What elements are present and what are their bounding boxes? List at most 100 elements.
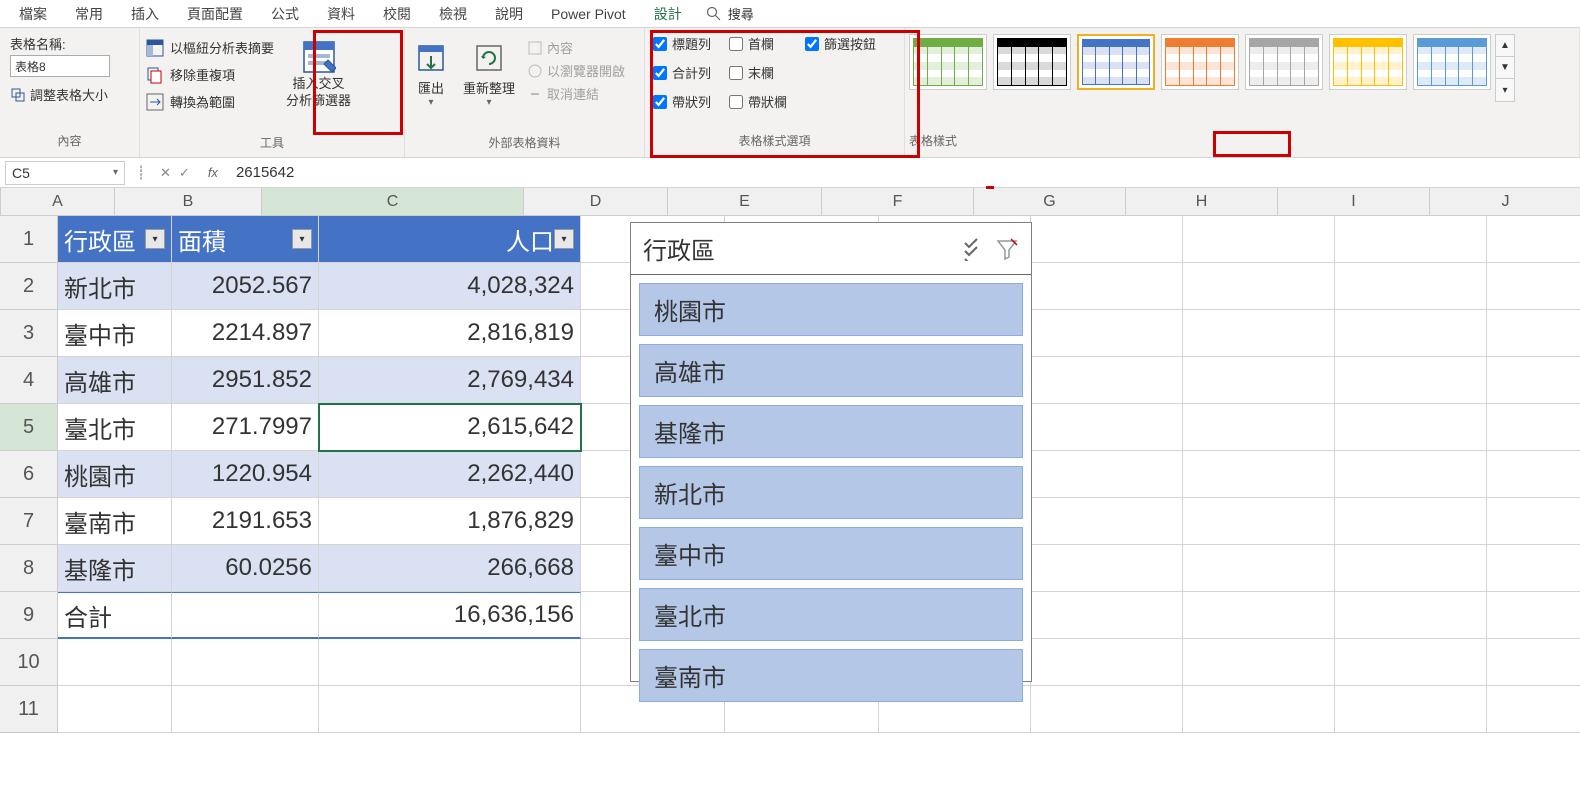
cell[interactable] [1183, 357, 1335, 404]
cell[interactable] [1487, 639, 1580, 686]
gallery-up-button[interactable]: ▲ [1496, 35, 1514, 57]
cell[interactable] [1031, 545, 1183, 592]
cell[interactable] [1183, 404, 1335, 451]
cell[interactable] [1031, 404, 1183, 451]
row-header-1[interactable]: 1 [0, 216, 58, 263]
slicer-item[interactable]: 桃園市 [639, 283, 1023, 336]
cell-population[interactable]: 2,816,819 [319, 310, 581, 357]
slicer-item[interactable]: 臺南市 [639, 649, 1023, 702]
menu-review[interactable]: 校閱 [369, 0, 425, 28]
cell[interactable] [1487, 357, 1580, 404]
cell[interactable] [58, 639, 172, 686]
cell[interactable] [1487, 216, 1580, 263]
row-header-4[interactable]: 4 [0, 357, 58, 404]
table-header-region[interactable]: 行政區▾ [58, 216, 172, 263]
cell-area[interactable]: 60.0256 [172, 545, 319, 592]
cell[interactable] [1335, 498, 1487, 545]
menu-design[interactable]: 設計 [640, 0, 696, 28]
slicer-item[interactable]: 臺北市 [639, 588, 1023, 641]
cell[interactable] [1487, 404, 1580, 451]
row-header-11[interactable]: 11 [0, 686, 58, 733]
cell[interactable] [1487, 263, 1580, 310]
menu-home[interactable]: 常用 [61, 0, 117, 28]
table-name-input[interactable]: 表格8 [10, 55, 110, 77]
cell[interactable] [1335, 686, 1487, 733]
filter-dropdown-icon[interactable]: ▾ [292, 229, 312, 249]
cell[interactable] [1031, 686, 1183, 733]
cell-area[interactable]: 2214.897 [172, 310, 319, 357]
export-button[interactable]: 匯出 ▾ [407, 32, 455, 117]
cell[interactable] [58, 686, 172, 733]
gallery-more-button[interactable]: ▾ [1496, 79, 1514, 101]
cell[interactable] [1183, 686, 1335, 733]
cell[interactable] [1487, 592, 1580, 639]
row-header-7[interactable]: 7 [0, 498, 58, 545]
cell[interactable] [1183, 592, 1335, 639]
table-style-thumb[interactable] [1161, 34, 1239, 90]
total-row-checkbox[interactable]: 合計列 [653, 63, 711, 82]
column-header-B[interactable]: B [115, 188, 262, 216]
last-col-checkbox[interactable]: 末欄 [729, 63, 787, 82]
summarize-pivot-button[interactable]: 以樞紐分析表摘要 [146, 38, 274, 57]
slicer-panel[interactable]: 行政區 桃園市高雄市基隆市新北市臺中市臺北市臺南市 [630, 222, 1032, 682]
cell-area[interactable]: 2052.567 [172, 263, 319, 310]
cell[interactable] [319, 639, 581, 686]
clear-filter-icon[interactable] [995, 237, 1019, 261]
cell[interactable] [1487, 451, 1580, 498]
table-style-thumb[interactable] [1329, 34, 1407, 90]
enter-icon[interactable]: ✓ [179, 165, 190, 181]
column-header-F[interactable]: F [822, 188, 974, 216]
slicer-item[interactable]: 基隆市 [639, 405, 1023, 458]
slicer-item[interactable]: 高雄市 [639, 344, 1023, 397]
filter-dropdown-icon[interactable]: ▾ [554, 229, 574, 249]
cell[interactable] [1031, 451, 1183, 498]
menu-view[interactable]: 檢視 [425, 0, 481, 28]
menu-data[interactable]: 資料 [313, 0, 369, 28]
row-header-5[interactable]: 5 [0, 404, 58, 451]
cell-population[interactable]: 2,615,642 [319, 404, 581, 451]
cell[interactable] [1335, 357, 1487, 404]
row-header-2[interactable]: 2 [0, 263, 58, 310]
cell-region[interactable]: 臺南市 [58, 498, 172, 545]
gallery-down-button[interactable]: ▼ [1496, 57, 1514, 79]
cell-population[interactable]: 2,769,434 [319, 357, 581, 404]
cell-region[interactable]: 臺北市 [58, 404, 172, 451]
row-header-3[interactable]: 3 [0, 310, 58, 357]
row-header-9[interactable]: 9 [0, 592, 58, 639]
cell[interactable] [1183, 216, 1335, 263]
filter-dropdown-icon[interactable]: ▾ [145, 229, 165, 249]
table-style-thumb[interactable] [1245, 34, 1323, 90]
column-header-A[interactable]: A [1, 188, 115, 216]
menu-help[interactable]: 說明 [481, 0, 537, 28]
cell-population[interactable]: 2,262,440 [319, 451, 581, 498]
cell[interactable] [1335, 310, 1487, 357]
column-header-E[interactable]: E [668, 188, 822, 216]
column-header-C[interactable]: C [262, 188, 524, 216]
namebox-dropdown-icon[interactable]: ▾ [113, 167, 118, 178]
cell-total-area[interactable] [172, 592, 319, 639]
cell[interactable] [1031, 216, 1183, 263]
column-header-D[interactable]: D [524, 188, 668, 216]
row-header-8[interactable]: 8 [0, 545, 58, 592]
column-header-G[interactable]: G [974, 188, 1126, 216]
row-header-6[interactable]: 6 [0, 451, 58, 498]
convert-range-button[interactable]: 轉換為範圍 [146, 92, 274, 111]
cell[interactable] [1335, 451, 1487, 498]
table-style-thumb[interactable] [993, 34, 1071, 90]
formula-input[interactable]: 2615642 [228, 162, 1580, 183]
cell[interactable] [319, 686, 581, 733]
cell[interactable] [1183, 263, 1335, 310]
cell[interactable] [1335, 639, 1487, 686]
fx-icon[interactable]: fx [198, 165, 228, 180]
cell[interactable] [1335, 545, 1487, 592]
cell-region[interactable]: 基隆市 [58, 545, 172, 592]
cell-area[interactable]: 271.7997 [172, 404, 319, 451]
cell[interactable] [172, 686, 319, 733]
multi-select-icon[interactable] [961, 237, 985, 261]
cell-population[interactable]: 266,668 [319, 545, 581, 592]
banded-rows-checkbox[interactable]: 帶狀列 [653, 92, 711, 111]
insert-slicer-button[interactable]: 插入交叉分析篩選器 [278, 32, 359, 117]
column-header-H[interactable]: H [1126, 188, 1278, 216]
table-style-thumb[interactable] [1077, 34, 1155, 90]
cell[interactable] [1335, 263, 1487, 310]
